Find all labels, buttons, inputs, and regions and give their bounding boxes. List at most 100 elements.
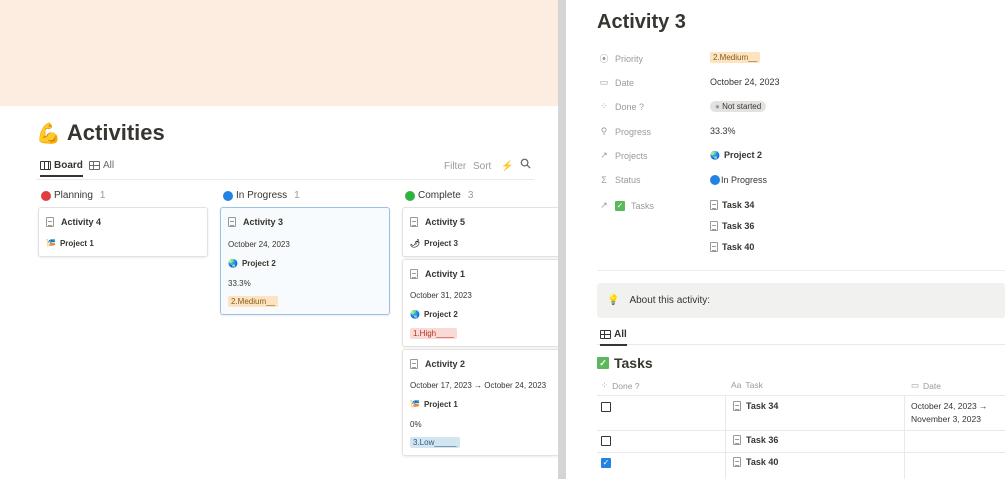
prop-progress-value[interactable]: 33.3%: [710, 126, 736, 136]
tab-board-label: Board: [54, 160, 83, 171]
column-divider: [904, 395, 905, 479]
card-activity-5[interactable]: Activity 5 🌶 Project 3: [402, 207, 558, 257]
table-icon: [600, 330, 611, 339]
prop-label-text: Done ?: [615, 101, 645, 112]
prop-progress[interactable]: ⚲ Progress 33.3%: [599, 124, 999, 140]
status-dot-icon: ●: [715, 102, 720, 111]
card-priority: 2.Medium__: [228, 296, 279, 307]
lightning-icon[interactable]: ⚡: [501, 161, 513, 172]
date-line: November 3, 2023: [911, 414, 981, 424]
tasks-database-title[interactable]: ✓ Tasks: [597, 355, 653, 371]
card-activity-3[interactable]: Activity 3 October 24, 2023 🌏 Project 2 …: [220, 207, 390, 315]
card-project[interactable]: 🎏 Project 1: [46, 239, 94, 248]
text-type-icon: Aa: [731, 380, 742, 390]
group-in-progress[interactable]: In Progress 1: [223, 190, 300, 201]
page-title-text: Activities: [66, 120, 165, 145]
card-project-label: Project 2: [241, 259, 276, 268]
card-activity-4[interactable]: Activity 4 🎏 Project 1: [38, 207, 208, 257]
tab-all[interactable]: All: [89, 160, 114, 171]
card-project[interactable]: 🌶 Project 3: [410, 239, 458, 248]
callout[interactable]: 💡 About this activity:: [597, 283, 1005, 318]
sort-button[interactable]: Sort: [473, 161, 491, 172]
card-project[interactable]: 🎏 Project 1: [410, 400, 458, 409]
panel-divider[interactable]: [558, 0, 566, 479]
card-title: Activity 4: [46, 217, 101, 227]
col-header-done[interactable]: ⁘ Done ?: [601, 380, 640, 391]
prop-status-label: Σ Status: [599, 175, 641, 185]
group-in-progress-label: In Progress: [236, 190, 288, 201]
date-line: October 24, 2023 →: [911, 401, 988, 411]
task-link-36[interactable]: Task 36: [710, 221, 754, 231]
table-row-task[interactable]: Task 36: [733, 435, 778, 445]
card-project[interactable]: 🌏 Project 2: [228, 259, 276, 268]
task-name-text: Task 34: [746, 401, 779, 411]
prop-date-value[interactable]: October 24, 2023: [710, 77, 780, 87]
group-complete[interactable]: Complete 3: [405, 190, 473, 201]
prop-status[interactable]: Σ Status In Progress: [599, 173, 999, 189]
relation-arrow-icon: ↗: [600, 150, 608, 160]
task-link-34[interactable]: Task 34: [710, 200, 754, 210]
task-link-label: Task 34: [722, 200, 755, 210]
prop-projects-value[interactable]: 🌏 Project 2: [710, 150, 762, 160]
page-icon: [733, 457, 741, 467]
sigma-icon: Σ: [601, 175, 607, 185]
page-icon: [46, 217, 54, 227]
prop-tasks[interactable]: ↗ ✓ Tasks Task 34 Task 36 Task 40: [599, 198, 999, 258]
prop-label-text: Progress: [615, 126, 652, 137]
page-icon: [410, 269, 418, 279]
complete-status-dot: [405, 190, 415, 201]
page-icon: [410, 217, 418, 227]
group-complete-label: Complete: [418, 190, 461, 201]
prop-done-label: ⁘ Done ?: [599, 101, 644, 112]
search-icon[interactable]: [520, 158, 531, 172]
card-date: October 24, 2023: [228, 240, 290, 249]
table-row-date[interactable]: October 24, 2023 → November 3, 2023: [911, 400, 988, 426]
card-title-text: Activity 3: [243, 217, 284, 227]
done-checkbox[interactable]: [601, 402, 611, 412]
page-icon: [410, 359, 418, 369]
prop-projects[interactable]: ↗ Projects 🌏 Project 2: [599, 148, 999, 164]
card-title: Activity 3: [228, 217, 283, 227]
card-activity-1[interactable]: Activity 1 October 31, 2023 🌏 Project 2 …: [402, 259, 558, 347]
calendar-icon: ▭: [599, 77, 609, 87]
prop-tasks-label: ↗ ✓ Tasks: [599, 200, 654, 211]
tab-all[interactable]: All: [600, 329, 627, 346]
col-header-date[interactable]: ▭ Date: [911, 380, 941, 391]
group-planning[interactable]: Planning 1: [41, 190, 105, 201]
card-date: October 17, 2023 → October 24, 2023: [410, 381, 547, 390]
card-date: October 31, 2023: [410, 291, 472, 300]
prop-priority-label: ⦿ Priority: [599, 52, 643, 65]
prop-status-value[interactable]: In Progress: [710, 175, 767, 185]
prop-label-text: Status: [615, 175, 641, 185]
prop-done-value[interactable]: ● Not started: [710, 101, 767, 112]
prop-date[interactable]: ▭ Date October 24, 2023: [599, 75, 999, 91]
card-title-text: Activity 4: [61, 217, 102, 227]
done-checkbox[interactable]: [601, 436, 611, 446]
page-icon: [733, 401, 741, 411]
search-icon: ⚲: [600, 126, 608, 136]
done-checkbox-checked[interactable]: ✓: [601, 458, 611, 468]
priority-tag: 2.Medium__: [710, 52, 761, 63]
task-name-text: Task 40: [746, 457, 779, 467]
card-title: Activity 1: [410, 269, 465, 279]
card-priority: 1.High____: [410, 328, 457, 339]
arm-emoji-icon: 💪: [36, 122, 61, 145]
table-row-task[interactable]: Task 40: [733, 457, 778, 467]
prop-priority[interactable]: ⦿ Priority 2.Medium__: [599, 50, 999, 66]
group-planning-count: 1: [99, 190, 106, 201]
project-icon: 🎏: [410, 400, 420, 409]
detail-panel: Activity 3 ⦿ Priority 2.Medium__ ▭ Date …: [566, 0, 1005, 479]
prop-label-text: Priority: [615, 53, 644, 64]
detail-title[interactable]: Activity 3: [597, 11, 686, 34]
table-row-task[interactable]: Task 34: [733, 401, 778, 411]
prop-priority-value[interactable]: 2.Medium__: [710, 52, 761, 63]
group-in-progress-count: 1: [294, 190, 300, 201]
task-link-40[interactable]: Task 40: [710, 242, 754, 252]
status-pill-text: Not started: [722, 102, 762, 111]
card-activity-2[interactable]: Activity 2 October 17, 2023 → October 24…: [402, 349, 558, 456]
col-header-task[interactable]: Aa Task: [731, 380, 763, 390]
tab-board[interactable]: Board: [40, 160, 83, 177]
card-project[interactable]: 🌏 Project 2: [410, 310, 458, 319]
prop-done[interactable]: ⁘ Done ? ● Not started: [599, 99, 999, 115]
filter-button[interactable]: Filter: [444, 161, 466, 172]
